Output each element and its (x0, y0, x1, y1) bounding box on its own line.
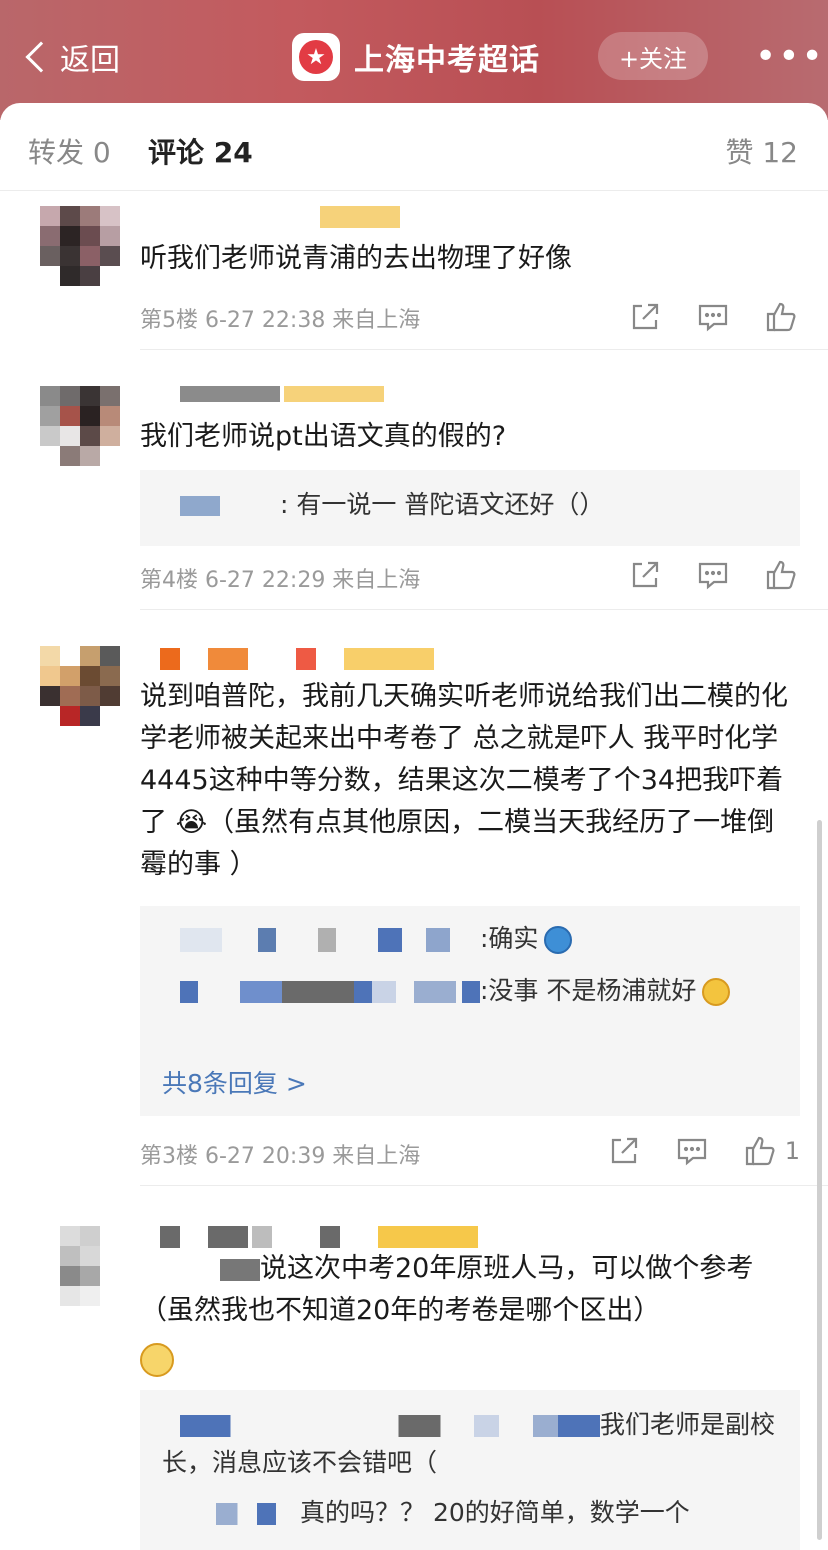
tab-bar: 转发 0 评论 24 赞 12 (0, 103, 828, 191)
username-mention-blurred[interactable] (220, 1258, 260, 1281)
avatar[interactable] (60, 1226, 100, 1306)
top-bar: 返回 ★ 上海中考超话 +关注 ••• (0, 0, 828, 120)
like-icon[interactable] (762, 556, 800, 594)
reply-text: :没事 不是杨浦就好 (480, 976, 697, 1005)
comment-actions (626, 556, 800, 594)
chevron-left-icon (25, 41, 57, 73)
comment-text: 我们老师说pt出语文真的假的? (140, 421, 507, 452)
like-icon[interactable] (741, 1132, 779, 1170)
comment-actions: 1 (605, 1132, 800, 1170)
share-icon[interactable] (626, 298, 664, 336)
username-blurred[interactable] (160, 648, 434, 670)
like-icon[interactable] (762, 298, 800, 336)
back-button[interactable]: 返回 (22, 34, 120, 80)
worried-emoji-icon (140, 1342, 174, 1377)
share-icon[interactable] (626, 556, 664, 594)
more-options-icon[interactable]: ••• (755, 39, 825, 75)
doraemon-emoji-icon (544, 926, 573, 954)
laughing-tears-emoji-icon (702, 978, 731, 1006)
share-icon[interactable] (605, 1132, 643, 1170)
avatar[interactable] (40, 646, 120, 726)
username-blurred[interactable] (160, 1226, 478, 1248)
comment-item: 我们老师说pt出语文真的假的? : 有一说一 普陀语文还好（） 第4楼 6-27… (0, 350, 828, 610)
comment-meta: 第4楼 6-27 22:29 来自上海 (140, 568, 421, 593)
avatar[interactable] (40, 386, 120, 466)
reply-text: : 有一说一 普陀语文还好（） (280, 490, 605, 519)
username-blurred[interactable] (180, 386, 384, 408)
like-count: 1 (784, 1137, 800, 1165)
reply-box[interactable]: :确实 :没事 不是杨浦就好 共8条回复 > (140, 906, 800, 1116)
reply-box[interactable]: 我们老师是副校长，消息应该不会错吧（ 真的吗？？ 20的好简单，数学一个 (140, 1390, 800, 1550)
more-replies-link[interactable]: 共8条回复 > (162, 1064, 307, 1100)
comment-text: 说这次中考20年原班人马，可以做个参考（虽然我也不知道20年的考卷是哪个区出） (140, 1248, 800, 1380)
comment-item: 听我们老师说青浦的去出物理了好像 第5楼 6-27 22:38 来自上海 (0, 190, 828, 350)
reply-text: :确实 (480, 924, 539, 953)
reply-text: 真的吗？？ 20的好简单，数学一个 (300, 1498, 690, 1527)
scrollbar[interactable] (817, 820, 822, 1540)
comment-text: 说到咱普陀，我前几天确实听老师说给我们出二模的化学老师被关起来出中考卷了 总之就… (140, 681, 788, 880)
reply-item: :没事 不是杨浦就好 (162, 972, 782, 1010)
reply-username-blurred[interactable] (180, 981, 480, 1003)
comment-item: 说到咱普陀，我前几天确实听老师说给我们出二模的化学老师被关起来出中考卷了 总之就… (0, 610, 828, 1186)
avatar[interactable] (40, 206, 120, 286)
reply-username-blurred[interactable] (180, 928, 480, 952)
tab-comments[interactable]: 评论 24 (148, 131, 253, 171)
reply-icon[interactable] (694, 556, 732, 594)
tab-likes[interactable]: 赞 12 (725, 131, 798, 171)
username-blurred[interactable] (320, 206, 400, 228)
comment-item: 说这次中考20年原班人马，可以做个参考（虽然我也不知道20年的考卷是哪个区出） … (0, 1186, 828, 1550)
comment-actions (626, 298, 800, 336)
reply-icon[interactable] (694, 298, 732, 336)
reply-icon[interactable] (673, 1132, 711, 1170)
reply-box[interactable]: : 有一说一 普陀语文还好（） (140, 470, 800, 546)
reply-username-blurred[interactable] (180, 496, 220, 516)
topic-brand[interactable]: ★ 上海中考超话 (292, 32, 540, 82)
comment-text: 听我们老师说青浦的去出物理了好像 (140, 243, 572, 274)
comment-meta: 第3楼 6-27 20:39 来自上海 (140, 1144, 421, 1169)
page-title: 上海中考超话 (354, 43, 540, 78)
reply-username-blurred[interactable] (180, 1415, 600, 1437)
comment-meta: 第5楼 6-27 22:38 来自上海 (140, 308, 421, 333)
follow-button[interactable]: +关注 (598, 32, 708, 80)
reply-item: 我们老师是副校长，消息应该不会错吧（ (162, 1406, 782, 1482)
reply-item: : 有一说一 普陀语文还好（） (162, 486, 782, 524)
reply-item: :确实 (162, 920, 782, 958)
tab-repost[interactable]: 转发 0 (28, 131, 111, 171)
reply-username-blurred[interactable] (180, 1503, 300, 1525)
back-label: 返回 (60, 43, 120, 78)
reply-item: 真的吗？？ 20的好简单，数学一个 (162, 1494, 782, 1532)
topic-logo-icon: ★ (292, 33, 340, 81)
